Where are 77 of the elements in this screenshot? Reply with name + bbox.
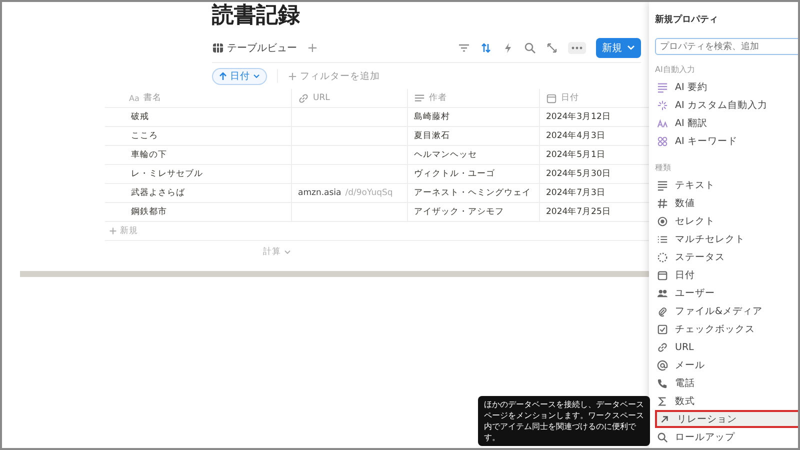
calendar-icon [657,270,668,280]
more-button[interactable] [568,42,586,54]
title-cell-text: 武器よさらば [130,187,186,200]
title-cell-text: 破戒 [130,111,150,124]
list-icon [657,234,668,244]
table-icon [212,42,224,54]
panel-title: 新規プロパティ [655,13,719,27]
radio-icon [657,216,668,226]
sigma-icon [657,396,668,406]
view-tab[interactable]: テーブルビュー [212,41,297,55]
title-cell-text: こころ [130,130,159,143]
menu-item[interactable]: メール [655,356,798,374]
chevron-down-icon [253,74,260,78]
menu-item[interactable]: チェックボックス [655,320,798,338]
people-icon [657,288,668,298]
menu-item[interactable]: セレクト [655,212,798,230]
title-cell-text: 車輪の下 [130,149,168,162]
text-lines-icon [657,82,668,92]
menu-item[interactable]: 数値 [655,194,798,212]
sort-icon[interactable] [480,42,492,54]
paperclip-icon [657,306,668,316]
menu-item[interactable]: 電話 [655,374,798,392]
section-label: 種類 [655,162,672,173]
chevron-down-icon [627,45,635,51]
new-button[interactable]: 新規 [596,38,641,58]
text-lines-icon [657,180,668,190]
menu-item[interactable]: URL [655,338,798,356]
author-cell: アーネスト・ヘミングウェイ [407,184,539,202]
title-cell-text: 鋼鉄都市 [130,206,168,219]
author-cell: ヴィクトル・ユーゴ [407,165,539,183]
sparkle-icon [657,100,668,110]
lightning-icon[interactable] [502,42,514,54]
section-label: AI自動入力 [655,64,696,75]
author-cell: アイザック・アシモフ [407,203,539,221]
checkbox-icon [657,324,668,334]
arrow-up-icon [219,72,227,80]
filter-icon[interactable] [458,42,470,54]
plus-icon [288,72,297,80]
search-icon[interactable] [524,42,536,54]
arrow-icon [659,414,670,424]
author-cell: 夏目漱石 [407,127,539,145]
title-cell-text: レ・ミレサセブル [130,168,204,181]
menu-item[interactable]: リレーション [655,410,798,428]
menu-item[interactable]: ユーザー [655,284,798,302]
menu-item[interactable]: 日付 [655,266,798,284]
page-title: 読書記録 [212,2,301,30]
tooltip: ほかのデータベースを接続し、データベースページをメンションします。ワークスペース内でアイテム同士を関連づけるのに便利です。 [478,396,650,446]
letters-icon [657,118,668,128]
phone-icon [657,378,668,388]
search-icon [657,432,668,442]
clover-icon [657,136,668,146]
menu-item[interactable]: テキスト [655,176,798,194]
text-lines-icon [414,92,425,104]
menu-item[interactable]: AI キーワード [655,132,798,150]
url-cell: amzn.asia /d/9oYuqSq [291,184,407,202]
menu-item[interactable]: AI 翻訳 [655,114,798,132]
expand-icon[interactable] [546,42,558,54]
menu-item[interactable]: ロールアップ [655,428,798,446]
search-field[interactable]: プロパティを検索、追加 [655,38,798,55]
link-icon [298,92,309,104]
menu-item[interactable]: ファイル&メディア [655,302,798,320]
chevron-down-icon [284,250,291,254]
plus-icon [109,227,117,235]
calendar-icon [546,92,557,104]
menu-item[interactable]: AI 要約 [655,78,798,96]
link-icon [657,342,668,352]
menu-item[interactable]: ステータス [655,248,798,266]
menu-item[interactable]: 数式 [655,392,798,410]
author-cell: ヘルマンヘッセ [407,146,539,164]
hash-icon [657,198,668,208]
sort-chip[interactable]: 日付 [212,68,267,84]
author-cell: 島崎藤村 [407,108,539,126]
menu-item[interactable]: AI カスタム自動入力 [655,96,798,114]
dotted-circle-icon [657,252,668,262]
at-sign-icon [657,360,668,370]
more-icon [571,46,583,50]
menu-item[interactable]: マルチセレクト [655,230,798,248]
